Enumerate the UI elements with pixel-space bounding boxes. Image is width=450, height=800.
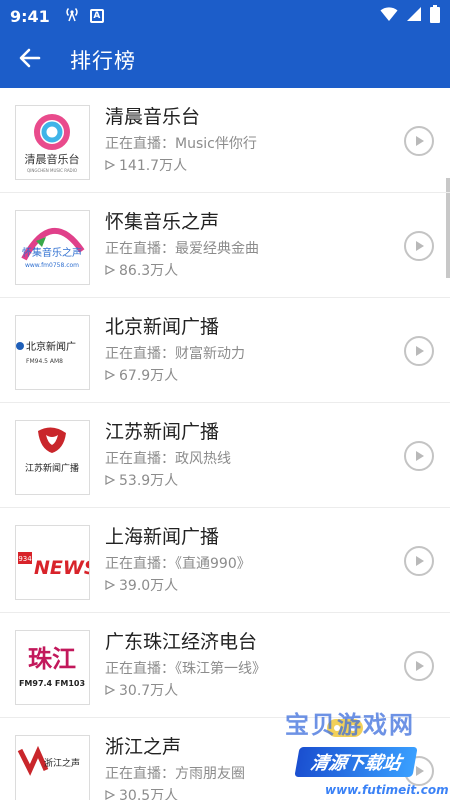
station-now-playing: 正在直播：《珠江第一线》 [105,661,266,677]
station-logo-text: 怀集音乐之声 [22,246,82,259]
listeners-count: 141.7万人 [119,158,188,174]
listeners-triangle-icon [105,261,116,281]
station-row[interactable]: 珠江 FM97.4 FM103 广东珠江经济电台 正在直播：《珠江第一线》 30… [0,613,450,718]
station-logo-text: 江苏新闻广播 [25,462,79,474]
station-logo-subtext: QINGCHEN MUSIC RADIO [27,168,77,173]
status-icons-left: A [64,6,104,26]
station-logo: 934 NEWS [15,525,90,600]
app-toolbar: 排行榜 [0,32,450,88]
status-time: 9:41 [10,6,50,26]
cell-signal-icon [406,6,422,26]
play-button[interactable] [404,126,434,156]
station-logo-text: 北京新闻广 [26,340,76,353]
listeners-triangle-icon [105,576,116,596]
listeners-triangle-icon [105,471,116,491]
station-name: 怀集音乐之声 [105,211,220,233]
listeners-triangle-icon [105,366,116,386]
station-info: 浙江之声 正在直播：方雨朋友圈 30.5万人 [105,734,375,800]
station-row[interactable]: 北京新闻广 FM94.5 AM8 北京新闻广播 正在直播：财富新动力 67.9万… [0,298,450,403]
station-listeners: 30.7万人 [105,681,375,701]
station-listeners: 141.7万人 [105,156,375,176]
station-info: 清晨音乐台 正在直播：Music伴你行 141.7万人 [105,104,375,176]
station-now-playing: 正在直播：最爱经典金曲 [105,241,259,257]
station-name: 上海新闻广播 [105,526,220,548]
station-logo: 珠江 FM97.4 FM103 [15,630,90,705]
arrow-left-icon [18,46,42,74]
station-listeners: 30.5万人 [105,786,375,800]
station-logo: 江苏新闻广播 [15,420,90,495]
station-logo-text: 珠江 [28,644,76,673]
station-logo-subtext: FM94.5 AM8 [26,358,63,365]
station-now-playing: 正在直播：财富新动力 [105,346,245,362]
status-bar: 9:41 A [0,0,450,32]
station-row[interactable]: 934 NEWS 上海新闻广播 正在直播：《直通990》 39.0万人 [0,508,450,613]
page-title: 排行榜 [70,49,136,73]
listeners-count: 30.7万人 [119,683,179,699]
listeners-triangle-icon [105,786,116,800]
listeners-triangle-icon [105,156,116,176]
status-icons-right [380,5,440,27]
station-row[interactable]: 清晨音乐台 QINGCHEN MUSIC RADIO 清晨音乐台 正在直播：Mu… [0,88,450,193]
station-now-playing: 正在直播：Music伴你行 [105,136,257,152]
play-icon [413,237,425,256]
station-logo-subtext: FM97.4 FM103 [19,679,85,688]
play-icon [413,447,425,466]
station-logo: 浙江之声 [15,735,90,800]
station-now-playing: 正在直播：方雨朋友圈 [105,766,245,782]
play-button[interactable] [404,756,434,786]
station-info: 北京新闻广播 正在直播：财富新动力 67.9万人 [105,314,375,386]
hotspot-icon [64,6,80,26]
station-logo: 北京新闻广 FM94.5 AM8 [15,315,90,390]
listeners-triangle-icon [105,681,116,701]
station-logo: 怀集音乐之声 www.fm0758.com [15,210,90,285]
station-name: 浙江之声 [105,736,182,758]
station-listeners: 53.9万人 [105,471,375,491]
play-button[interactable] [404,441,434,471]
station-now-playing: 正在直播：《直通990》 [105,556,251,572]
station-name: 江苏新闻广播 [105,421,220,443]
wifi-icon [380,6,398,26]
play-button[interactable] [404,336,434,366]
back-button[interactable] [0,32,60,88]
listeners-count: 30.5万人 [119,788,179,800]
station-now-playing: 正在直播：政风热线 [105,451,231,467]
station-name: 清晨音乐台 [105,106,201,128]
play-button[interactable] [404,546,434,576]
station-name: 北京新闻广播 [105,316,220,338]
station-listeners: 86.3万人 [105,261,375,281]
station-row[interactable]: 江苏新闻广播 江苏新闻广播 正在直播：政风热线 53.9万人 [0,403,450,508]
listeners-count: 67.9万人 [119,368,179,384]
station-name: 广东珠江经济电台 [105,631,258,653]
play-button[interactable] [404,231,434,261]
listeners-count: 86.3万人 [119,263,179,279]
station-info: 怀集音乐之声 正在直播：最爱经典金曲 86.3万人 [105,209,375,281]
station-listeners: 67.9万人 [105,366,375,386]
station-logo: 清晨音乐台 QINGCHEN MUSIC RADIO [15,105,90,180]
listeners-count: 53.9万人 [119,473,179,489]
play-icon [413,132,425,151]
play-icon [413,762,425,781]
battery-icon [430,5,440,27]
app-notification-icon: A [89,9,104,23]
station-listeners: 39.0万人 [105,576,375,596]
play-button[interactable] [404,651,434,681]
station-logo-text: 浙江之声 [44,757,80,769]
station-logo-subtext: www.fm0758.com [25,262,79,269]
station-list[interactable]: 清晨音乐台 QINGCHEN MUSIC RADIO 清晨音乐台 正在直播：Mu… [0,88,450,800]
station-row[interactable]: 浙江之声 浙江之声 正在直播：方雨朋友圈 30.5万人 [0,718,450,800]
station-row[interactable]: 怀集音乐之声 www.fm0758.com 怀集音乐之声 正在直播：最爱经典金曲… [0,193,450,298]
play-icon [413,657,425,676]
station-info: 上海新闻广播 正在直播：《直通990》 39.0万人 [105,524,375,596]
play-icon [413,342,425,361]
station-logo-subtext: 934 [18,555,32,563]
station-info: 广东珠江经济电台 正在直播：《珠江第一线》 30.7万人 [105,629,375,701]
play-icon [413,552,425,571]
station-logo-text: NEWS [34,557,89,579]
station-logo-text: 清晨音乐台 [25,152,80,166]
listeners-count: 39.0万人 [119,578,179,594]
station-info: 江苏新闻广播 正在直播：政风热线 53.9万人 [105,419,375,491]
